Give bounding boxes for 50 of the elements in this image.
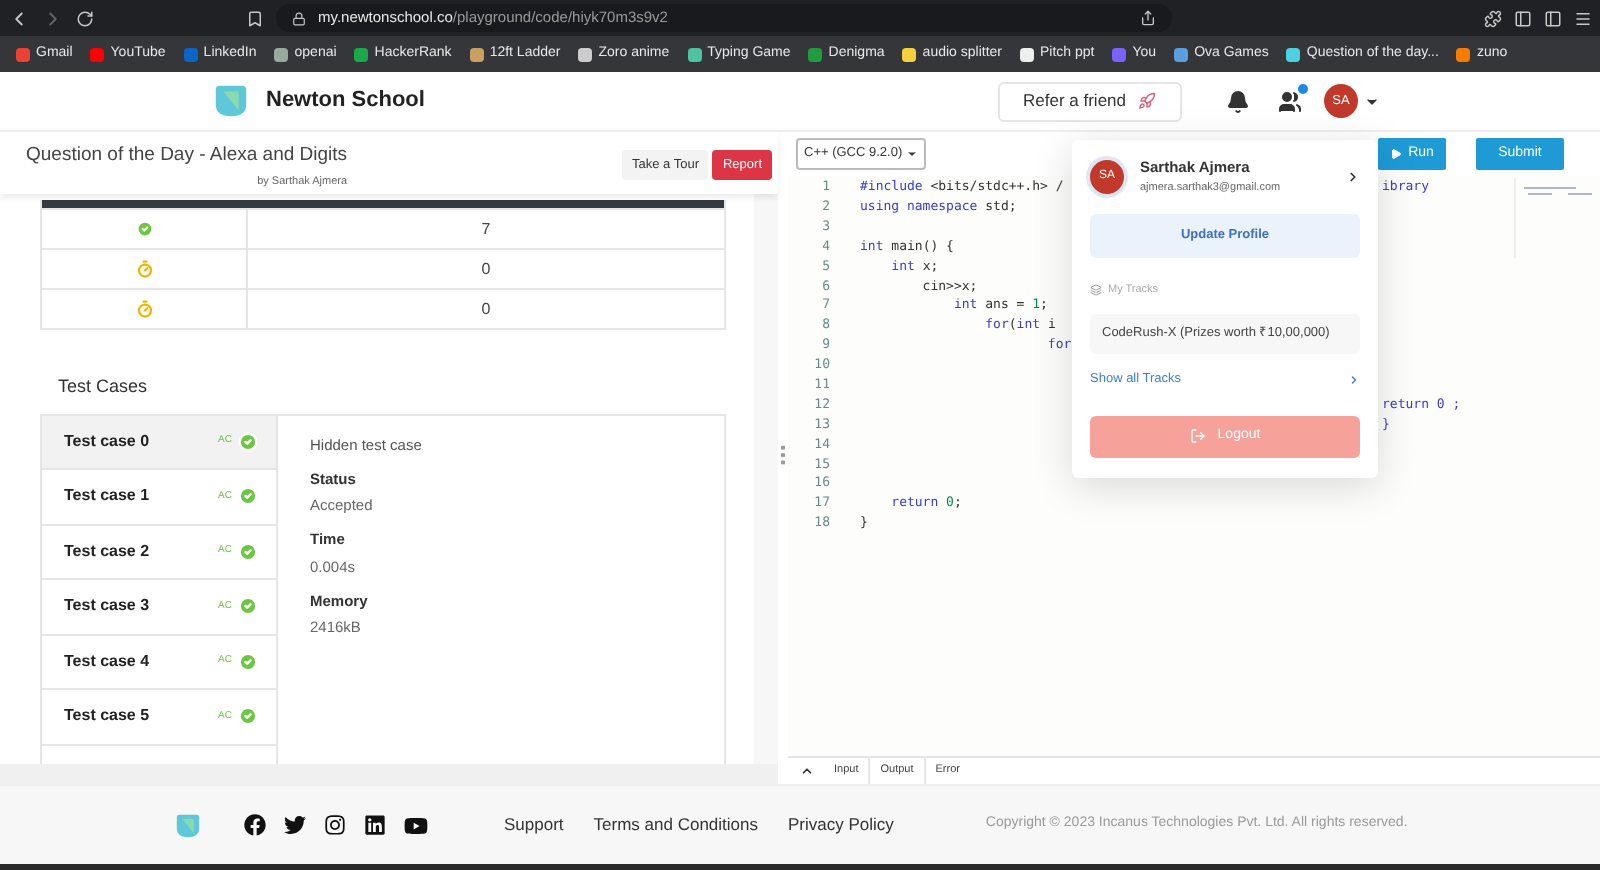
footer-link[interactable]: Privacy Policy bbox=[788, 812, 894, 838]
brand-name[interactable]: Newton School bbox=[266, 84, 425, 118]
logout-icon bbox=[1189, 428, 1206, 444]
reload-icon[interactable] bbox=[76, 9, 94, 27]
window-icon[interactable] bbox=[1544, 9, 1562, 27]
test-case-label: Test case 1 bbox=[64, 484, 150, 509]
bell-icon[interactable] bbox=[1226, 89, 1250, 113]
twitter-icon[interactable] bbox=[284, 814, 306, 836]
facebook-icon[interactable] bbox=[244, 814, 266, 836]
caret-icon bbox=[906, 148, 919, 160]
extensions-icon[interactable] bbox=[1484, 9, 1502, 27]
resize-handle[interactable] bbox=[780, 444, 786, 466]
table-cell-text: 0 bbox=[479, 297, 493, 321]
linkedin-icon[interactable] bbox=[364, 814, 386, 836]
check-icon bbox=[238, 486, 258, 507]
test-case-label: Test case 0 bbox=[64, 429, 150, 454]
check-icon bbox=[238, 651, 258, 672]
rocket-icon bbox=[1138, 92, 1156, 110]
footer-link[interactable]: Support bbox=[504, 812, 564, 838]
stopwatch-icon bbox=[135, 260, 153, 278]
test-cases-heading: Test Cases bbox=[58, 374, 150, 400]
bookmark-icon[interactable] bbox=[246, 9, 264, 27]
check-icon bbox=[135, 220, 153, 238]
check-icon bbox=[238, 541, 258, 562]
check-icon bbox=[238, 706, 258, 727]
footer-link[interactable]: Terms and Conditions bbox=[593, 812, 758, 838]
share-icon[interactable] bbox=[1140, 10, 1156, 26]
test-case-label: Test case 2 bbox=[64, 539, 150, 564]
test-case-label: Test case 5 bbox=[64, 704, 150, 729]
expand-icon[interactable] bbox=[800, 764, 814, 778]
check-icon bbox=[238, 596, 258, 617]
instagram-icon[interactable] bbox=[324, 814, 346, 836]
sidebar-icon[interactable] bbox=[1514, 9, 1532, 27]
youtube-icon[interactable] bbox=[404, 813, 428, 837]
table-cell-text: 7 bbox=[479, 217, 493, 241]
stopwatch-icon bbox=[135, 300, 153, 318]
test-case-label: Test case 4 bbox=[64, 649, 150, 674]
people-icon[interactable] bbox=[1278, 89, 1302, 113]
table-cell-text: 0 bbox=[479, 257, 493, 281]
menu-icon[interactable] bbox=[1574, 9, 1592, 27]
test-case-label: Test case 3 bbox=[64, 594, 150, 619]
problem-title: Question of the Day - Alexa and Digits bbox=[26, 142, 348, 170]
lock-icon bbox=[292, 11, 306, 25]
logo-icon bbox=[212, 82, 250, 120]
play-icon bbox=[1390, 148, 1403, 160]
refer-friend-button[interactable]: Refer a friend bbox=[997, 81, 1182, 121]
tracks-icon bbox=[1090, 283, 1102, 296]
chevron-icon[interactable] bbox=[1346, 169, 1360, 184]
logo-icon bbox=[174, 811, 202, 839]
check-icon bbox=[238, 431, 258, 452]
